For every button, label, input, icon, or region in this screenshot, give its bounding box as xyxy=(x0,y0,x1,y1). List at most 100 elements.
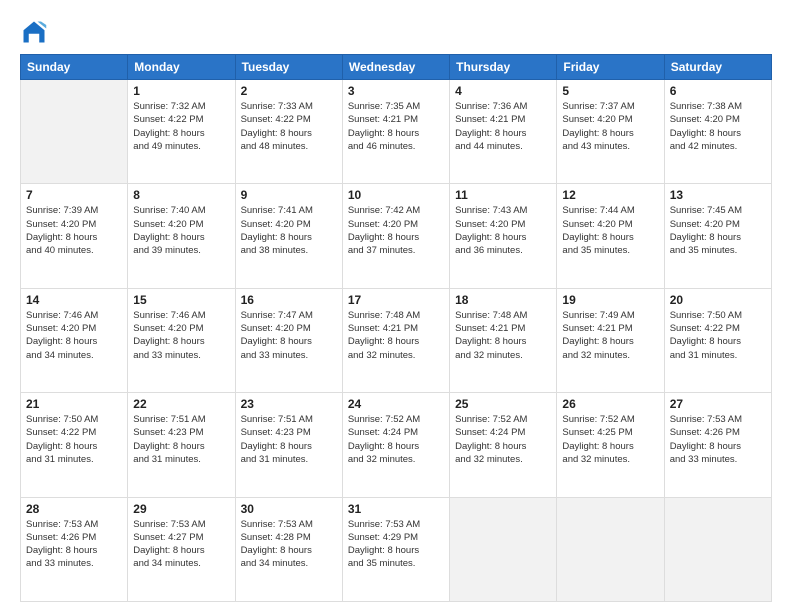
day-info: Sunrise: 7:51 AM Sunset: 4:23 PM Dayligh… xyxy=(241,413,337,466)
day-info: Sunrise: 7:49 AM Sunset: 4:21 PM Dayligh… xyxy=(562,309,658,362)
calendar-cell: 3 Sunrise: 7:35 AM Sunset: 4:21 PM Daylig… xyxy=(342,80,449,184)
calendar-cell: 29Sunrise: 7:53 AM Sunset: 4:27 PM Dayli… xyxy=(128,497,235,601)
weekday-header-monday: Monday xyxy=(128,55,235,80)
calendar-cell: 1Sunrise: 7:32 AM Sunset: 4:22 PM Daylig… xyxy=(128,80,235,184)
calendar-cell: 23 Sunrise: 7:51 AM Sunset: 4:23 PM Dayli… xyxy=(235,393,342,497)
day-info: Sunrise: 7:44 AM Sunset: 4:20 PM Dayligh… xyxy=(562,204,658,257)
day-info: Sunrise: 7:48 AM Sunset: 4:21 PM Dayligh… xyxy=(348,309,444,362)
day-info: Sunrise: 7:43 AM Sunset: 4:20 PM Dayligh… xyxy=(455,204,551,257)
day-info: Sunrise: 7:36 AM Sunset: 4:21 PM Dayligh… xyxy=(455,100,551,153)
weekday-header-wednesday: Wednesday xyxy=(342,55,449,80)
calendar-cell: 15Sunrise: 7:46 AM Sunset: 4:20 PM Dayli… xyxy=(128,288,235,392)
calendar-cell: 10 Sunrise: 7:42 AM Sunset: 4:20 PM Dayli… xyxy=(342,184,449,288)
calendar-cell xyxy=(557,497,664,601)
weekday-header-thursday: Thursday xyxy=(450,55,557,80)
day-info: Sunrise: 7:52 AM Sunset: 4:24 PM Dayligh… xyxy=(455,413,551,466)
day-number: 2 xyxy=(241,84,337,98)
calendar-cell: 9 Sunrise: 7:41 AM Sunset: 4:20 PM Daylig… xyxy=(235,184,342,288)
calendar-row-0: 1Sunrise: 7:32 AM Sunset: 4:22 PM Daylig… xyxy=(21,80,772,184)
day-info: Sunrise: 7:53 AM Sunset: 4:29 PM Dayligh… xyxy=(348,518,444,571)
calendar-row-1: 7 Sunrise: 7:39 AM Sunset: 4:20 PM Daylig… xyxy=(21,184,772,288)
day-number: 3 xyxy=(348,84,444,98)
day-number: 30 xyxy=(241,502,337,516)
day-number: 26 xyxy=(562,397,658,411)
day-number: 18 xyxy=(455,293,551,307)
day-info: Sunrise: 7:37 AM Sunset: 4:20 PM Dayligh… xyxy=(562,100,658,153)
calendar-cell: 22 Sunrise: 7:51 AM Sunset: 4:23 PM Dayli… xyxy=(128,393,235,497)
day-info: Sunrise: 7:53 AM Sunset: 4:26 PM Dayligh… xyxy=(670,413,766,466)
day-number: 17 xyxy=(348,293,444,307)
day-number: 16 xyxy=(241,293,337,307)
weekday-header-saturday: Saturday xyxy=(664,55,771,80)
day-info: Sunrise: 7:40 AM Sunset: 4:20 PM Dayligh… xyxy=(133,204,229,257)
day-info: Sunrise: 7:42 AM Sunset: 4:20 PM Dayligh… xyxy=(348,204,444,257)
day-number: 27 xyxy=(670,397,766,411)
calendar-cell: 13 Sunrise: 7:45 AM Sunset: 4:20 PM Dayli… xyxy=(664,184,771,288)
day-info: Sunrise: 7:46 AM Sunset: 4:20 PM Dayligh… xyxy=(26,309,122,362)
day-number: 5 xyxy=(562,84,658,98)
day-info: Sunrise: 7:47 AM Sunset: 4:20 PM Dayligh… xyxy=(241,309,337,362)
calendar-cell: 5 Sunrise: 7:37 AM Sunset: 4:20 PM Daylig… xyxy=(557,80,664,184)
calendar-cell: 18 Sunrise: 7:48 AM Sunset: 4:21 PM Dayli… xyxy=(450,288,557,392)
day-info: Sunrise: 7:41 AM Sunset: 4:20 PM Dayligh… xyxy=(241,204,337,257)
calendar-cell: 19 Sunrise: 7:49 AM Sunset: 4:21 PM Dayli… xyxy=(557,288,664,392)
day-info: Sunrise: 7:52 AM Sunset: 4:25 PM Dayligh… xyxy=(562,413,658,466)
day-number: 10 xyxy=(348,188,444,202)
day-info: Sunrise: 7:53 AM Sunset: 4:26 PM Dayligh… xyxy=(26,518,122,571)
day-info: Sunrise: 7:38 AM Sunset: 4:20 PM Dayligh… xyxy=(670,100,766,153)
weekday-header-friday: Friday xyxy=(557,55,664,80)
calendar-cell: 25 Sunrise: 7:52 AM Sunset: 4:24 PM Dayli… xyxy=(450,393,557,497)
calendar-cell xyxy=(450,497,557,601)
calendar-cell: 8 Sunrise: 7:40 AM Sunset: 4:20 PM Daylig… xyxy=(128,184,235,288)
day-info: Sunrise: 7:39 AM Sunset: 4:20 PM Dayligh… xyxy=(26,204,122,257)
calendar-cell: 12 Sunrise: 7:44 AM Sunset: 4:20 PM Dayli… xyxy=(557,184,664,288)
day-number: 4 xyxy=(455,84,551,98)
calendar-cell xyxy=(21,80,128,184)
calendar-cell: 14 Sunrise: 7:46 AM Sunset: 4:20 PM Dayli… xyxy=(21,288,128,392)
logo-icon xyxy=(20,18,48,46)
day-info: Sunrise: 7:46 AM Sunset: 4:20 PM Dayligh… xyxy=(133,309,229,362)
day-number: 24 xyxy=(348,397,444,411)
day-info: Sunrise: 7:50 AM Sunset: 4:22 PM Dayligh… xyxy=(26,413,122,466)
day-number: 9 xyxy=(241,188,337,202)
calendar-cell: 21 Sunrise: 7:50 AM Sunset: 4:22 PM Dayli… xyxy=(21,393,128,497)
day-number: 11 xyxy=(455,188,551,202)
day-number: 25 xyxy=(455,397,551,411)
day-number: 7 xyxy=(26,188,122,202)
day-number: 13 xyxy=(670,188,766,202)
day-info: Sunrise: 7:33 AM Sunset: 4:22 PM Dayligh… xyxy=(241,100,337,153)
day-info: Sunrise: 7:53 AM Sunset: 4:28 PM Dayligh… xyxy=(241,518,337,571)
day-number: 21 xyxy=(26,397,122,411)
day-number: 6 xyxy=(670,84,766,98)
calendar-cell: 30 Sunrise: 7:53 AM Sunset: 4:28 PM Dayli… xyxy=(235,497,342,601)
day-number: 22 xyxy=(133,397,229,411)
calendar-cell: 16 Sunrise: 7:47 AM Sunset: 4:20 PM Dayli… xyxy=(235,288,342,392)
day-info: Sunrise: 7:32 AM Sunset: 4:22 PM Dayligh… xyxy=(133,100,229,153)
page: SundayMondayTuesdayWednesdayThursdayFrid… xyxy=(0,0,792,612)
day-number: 8 xyxy=(133,188,229,202)
day-number: 23 xyxy=(241,397,337,411)
calendar-cell: 24 Sunrise: 7:52 AM Sunset: 4:24 PM Dayli… xyxy=(342,393,449,497)
calendar-cell: 17 Sunrise: 7:48 AM Sunset: 4:21 PM Dayli… xyxy=(342,288,449,392)
day-info: Sunrise: 7:51 AM Sunset: 4:23 PM Dayligh… xyxy=(133,413,229,466)
day-number: 12 xyxy=(562,188,658,202)
calendar-cell: 4 Sunrise: 7:36 AM Sunset: 4:21 PM Daylig… xyxy=(450,80,557,184)
day-number: 14 xyxy=(26,293,122,307)
calendar-cell xyxy=(664,497,771,601)
calendar-row-4: 28Sunrise: 7:53 AM Sunset: 4:26 PM Dayli… xyxy=(21,497,772,601)
day-info: Sunrise: 7:48 AM Sunset: 4:21 PM Dayligh… xyxy=(455,309,551,362)
day-info: Sunrise: 7:35 AM Sunset: 4:21 PM Dayligh… xyxy=(348,100,444,153)
calendar-row-2: 14 Sunrise: 7:46 AM Sunset: 4:20 PM Dayli… xyxy=(21,288,772,392)
calendar-table: SundayMondayTuesdayWednesdayThursdayFrid… xyxy=(20,54,772,602)
weekday-header-row: SundayMondayTuesdayWednesdayThursdayFrid… xyxy=(21,55,772,80)
day-info: Sunrise: 7:45 AM Sunset: 4:20 PM Dayligh… xyxy=(670,204,766,257)
header xyxy=(20,18,772,46)
weekday-header-tuesday: Tuesday xyxy=(235,55,342,80)
day-info: Sunrise: 7:50 AM Sunset: 4:22 PM Dayligh… xyxy=(670,309,766,362)
day-info: Sunrise: 7:52 AM Sunset: 4:24 PM Dayligh… xyxy=(348,413,444,466)
calendar-cell: 27 Sunrise: 7:53 AM Sunset: 4:26 PM Dayli… xyxy=(664,393,771,497)
day-number: 19 xyxy=(562,293,658,307)
calendar-cell: 31Sunrise: 7:53 AM Sunset: 4:29 PM Dayli… xyxy=(342,497,449,601)
calendar-cell: 26 Sunrise: 7:52 AM Sunset: 4:25 PM Dayli… xyxy=(557,393,664,497)
weekday-header-sunday: Sunday xyxy=(21,55,128,80)
